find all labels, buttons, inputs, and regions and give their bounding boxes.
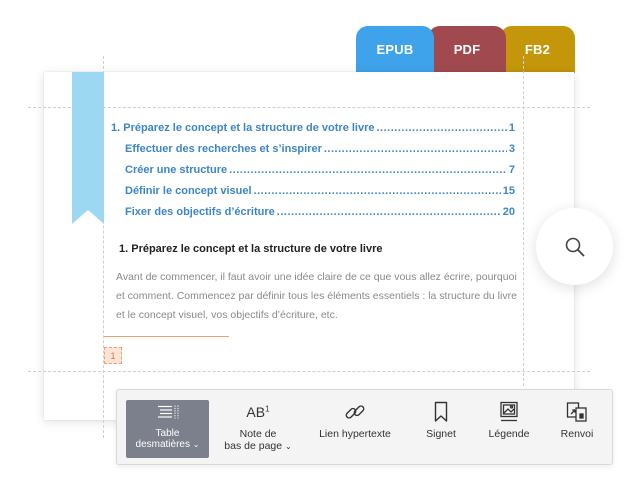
image-caption-icon bbox=[499, 400, 519, 424]
tab-epub[interactable]: EPUB bbox=[356, 26, 434, 73]
search-button[interactable] bbox=[536, 208, 613, 285]
search-icon bbox=[565, 237, 584, 256]
section-heading: 1. Préparez le concept et la structure d… bbox=[119, 243, 383, 255]
toc-entry-title: Fixer des objectifs d’écriture bbox=[125, 206, 275, 218]
toc-entry-title: Créer une structure bbox=[125, 164, 228, 176]
toc-entry-page: 20 bbox=[502, 206, 515, 218]
table-of-contents-label-line1: Table bbox=[155, 428, 180, 439]
caption-label: Légende bbox=[488, 428, 530, 440]
toc-entry[interactable]: Fixer des objectifs d’écriture .........… bbox=[111, 206, 515, 227]
tab-fb2[interactable]: FB2 bbox=[500, 26, 575, 73]
toc-entry[interactable]: Créer une structure ....................… bbox=[111, 164, 515, 185]
toc-leader-dots: ........................................… bbox=[229, 164, 507, 176]
guide-line-top bbox=[28, 107, 590, 108]
footnote-icon-text: AB bbox=[246, 404, 266, 420]
footnote-button[interactable]: AB1 Note de bas de page ⌄ bbox=[217, 400, 299, 458]
toc-leader-dots: ........................................… bbox=[276, 206, 501, 218]
toc-entry-page: 1 bbox=[508, 122, 515, 134]
tab-pdf[interactable]: PDF bbox=[428, 26, 506, 73]
toc-entry-title: Effectuer des recherches et s’inspirer bbox=[125, 143, 322, 155]
table-of-contents-icon bbox=[157, 400, 179, 424]
cross-reference-button[interactable]: Renvoi bbox=[549, 400, 605, 458]
tab-pdf-label: PDF bbox=[453, 42, 481, 57]
toc-entry-title: Définir le concept visuel bbox=[125, 185, 252, 197]
toc-entry[interactable]: Définir le concept visuel ..............… bbox=[111, 185, 515, 206]
toc-entry-page: 7 bbox=[508, 164, 515, 176]
toc-leader-dots: ........................................… bbox=[376, 122, 507, 134]
tab-epub-label: EPUB bbox=[376, 42, 414, 57]
cross-reference-label: Renvoi bbox=[560, 428, 594, 440]
guide-line-right bbox=[523, 56, 524, 386]
table-of-contents-button[interactable]: Table desmatières ⌄ bbox=[126, 400, 209, 458]
toc-entry[interactable]: 1. Préparez le concept et la structure d… bbox=[111, 122, 515, 143]
tab-fb2-label: FB2 bbox=[524, 42, 551, 57]
caption-button[interactable]: Légende bbox=[479, 400, 539, 458]
chevron-down-icon: ⌄ bbox=[192, 440, 200, 449]
insert-toolbar: Table desmatières ⌄ AB1 Note de bas de p… bbox=[116, 389, 613, 465]
table-of-contents-label-line2: desmatières bbox=[135, 439, 190, 450]
cross-reference-icon bbox=[566, 400, 588, 424]
footnote-separator bbox=[104, 336, 229, 337]
bookmark-button[interactable]: Signet bbox=[415, 400, 467, 458]
bookmark-icon bbox=[434, 400, 448, 424]
hyperlink-label: Lien hypertexte bbox=[319, 428, 391, 440]
bookmark-label: Signet bbox=[426, 428, 456, 440]
toc-entry-page: 15 bbox=[502, 185, 515, 197]
toc-leader-dots: ........................................… bbox=[253, 185, 501, 197]
table-of-contents: 1. Préparez le concept et la structure d… bbox=[111, 122, 515, 227]
bookmark-ribbon bbox=[72, 72, 104, 224]
footnote-icon: AB1 bbox=[246, 400, 269, 424]
toc-entry[interactable]: Effectuer des recherches et s’inspirer .… bbox=[111, 143, 515, 164]
footnote-label-line1: Note de bbox=[239, 428, 277, 440]
toc-leader-dots: ........................................… bbox=[323, 143, 507, 155]
body-paragraph: Avant de commencer, il faut avoir une id… bbox=[116, 271, 517, 321]
footnote-label-line2: bas de page bbox=[224, 440, 283, 452]
guide-line-bottom bbox=[28, 371, 590, 372]
footnote-icon-sup: 1 bbox=[265, 404, 270, 414]
link-icon bbox=[344, 400, 366, 424]
hyperlink-button[interactable]: Lien hypertexte bbox=[307, 400, 403, 458]
chevron-down-icon: ⌄ bbox=[285, 442, 292, 451]
toc-entry-page: 3 bbox=[508, 143, 515, 155]
toc-entry-title: 1. Préparez le concept et la structure d… bbox=[111, 122, 375, 134]
footnote-number[interactable]: 1 bbox=[104, 347, 122, 364]
